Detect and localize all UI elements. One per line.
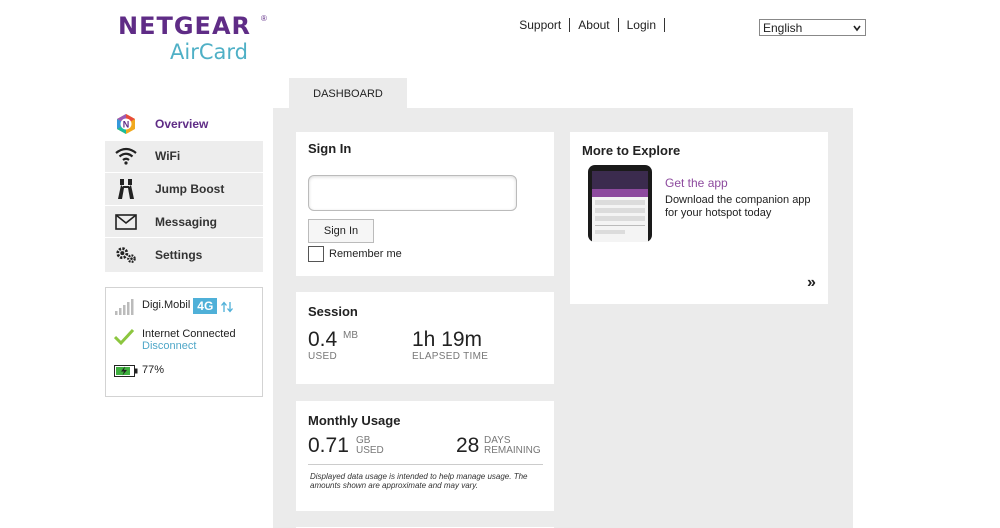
password-input[interactable] bbox=[308, 175, 517, 211]
tab-dashboard[interactable]: DASHBOARD bbox=[289, 78, 407, 109]
gears-icon bbox=[115, 244, 137, 266]
battery-row: 77% bbox=[114, 364, 164, 377]
get-app-link[interactable]: Get the app bbox=[665, 176, 728, 190]
logo-aircard-text: AirCard bbox=[170, 40, 248, 64]
signal-strength-icon bbox=[115, 299, 134, 315]
explore-card: More to Explore Get the app Download the… bbox=[570, 132, 828, 304]
connection-row: Internet Connected Disconnect bbox=[114, 328, 236, 352]
monthly-used-label: USED bbox=[356, 445, 384, 456]
phone-app-image bbox=[588, 165, 652, 242]
monthly-days-value: 28 bbox=[456, 434, 480, 457]
remember-me[interactable]: Remember me bbox=[308, 246, 402, 262]
language-select[interactable]: English bbox=[759, 19, 866, 36]
monthly-days-label: REMAINING bbox=[484, 445, 541, 456]
battery-charging-icon bbox=[114, 365, 138, 377]
explore-title: More to Explore bbox=[582, 143, 681, 158]
disconnect-link[interactable]: Disconnect bbox=[142, 340, 236, 352]
netgear-overview-icon: N bbox=[115, 113, 137, 135]
sidebar-item-jump-boost[interactable]: Jump Boost bbox=[105, 173, 263, 206]
registered-mark: ® bbox=[261, 14, 267, 23]
data-transfer-icon bbox=[221, 301, 234, 313]
session-elapsed-label: ELAPSED TIME bbox=[412, 351, 489, 362]
session-card: Session 0.4 MB USED 1h 19m ELAPSED TIME bbox=[296, 292, 554, 384]
monthly-used-value: 0.71 bbox=[308, 434, 349, 457]
sidebar-item-messaging[interactable]: Messaging bbox=[105, 206, 263, 239]
sidebar-item-label: Messaging bbox=[155, 214, 218, 229]
carrier-name: Digi.Mobil bbox=[142, 299, 191, 311]
top-nav: Support About Login bbox=[511, 18, 665, 32]
remember-me-label: Remember me bbox=[329, 248, 402, 260]
signin-title: Sign In bbox=[308, 141, 352, 156]
session-used-unit: MB bbox=[343, 330, 358, 341]
sidebar-item-label: Overview bbox=[155, 116, 209, 131]
session-used-label: USED bbox=[308, 351, 337, 362]
netgear-aircard-logo: NETGEAR ® AirCard bbox=[118, 12, 268, 64]
language-value: English bbox=[763, 20, 803, 35]
about-link[interactable]: About bbox=[570, 18, 617, 32]
jump-boost-icon bbox=[115, 178, 137, 200]
sidebar-item-overview[interactable]: N Overview bbox=[105, 108, 263, 141]
divider bbox=[308, 464, 543, 465]
sidebar-item-settings[interactable]: Settings bbox=[105, 238, 263, 271]
network-type-badge: 4G bbox=[193, 298, 218, 314]
signal-row: Digi.Mobil 4G bbox=[114, 298, 234, 315]
svg-text:N: N bbox=[123, 119, 130, 129]
session-title: Session bbox=[308, 304, 358, 319]
support-link[interactable]: Support bbox=[511, 18, 569, 32]
wifi-icon bbox=[115, 145, 137, 167]
remember-me-checkbox[interactable] bbox=[308, 246, 324, 262]
session-used-value: 0.4 bbox=[308, 328, 338, 351]
checkmark-icon bbox=[114, 328, 134, 346]
monthly-usage-card: Monthly Usage 0.71 GB USED 28 DAYS REMAI… bbox=[296, 401, 554, 511]
signin-card: Sign In Sign In Remember me bbox=[296, 132, 554, 276]
nav-separator bbox=[664, 18, 665, 32]
battery-level: 77% bbox=[142, 364, 165, 376]
sidebar-item-label: Jump Boost bbox=[155, 181, 225, 196]
session-elapsed-value: 1h 19m bbox=[412, 328, 483, 351]
chevron-down-icon bbox=[853, 25, 861, 31]
envelope-icon bbox=[115, 211, 137, 233]
sidebar-item-label: WiFi bbox=[155, 149, 181, 164]
usage-disclaimer: Displayed data usage is intended to help… bbox=[310, 472, 528, 490]
sidebar-item-wifi[interactable]: WiFi bbox=[105, 141, 263, 174]
more-arrow-link[interactable]: » bbox=[807, 274, 816, 292]
signin-button[interactable]: Sign In bbox=[308, 219, 374, 243]
connection-status: Internet Connected bbox=[142, 328, 236, 340]
device-status: Digi.Mobil 4G Internet Connected Disconn… bbox=[105, 287, 263, 397]
sidebar: N Overview WiFi Jump Boost Messaging Set… bbox=[105, 108, 263, 272]
tab-dashboard-label: DASHBOARD bbox=[313, 87, 383, 100]
app-description: Download the companion app for your hots… bbox=[665, 194, 811, 219]
sidebar-item-label: Settings bbox=[155, 247, 203, 262]
login-link[interactable]: Login bbox=[619, 18, 664, 32]
logo-netgear-text: NETGEAR bbox=[118, 12, 251, 40]
monthly-title: Monthly Usage bbox=[308, 413, 401, 428]
